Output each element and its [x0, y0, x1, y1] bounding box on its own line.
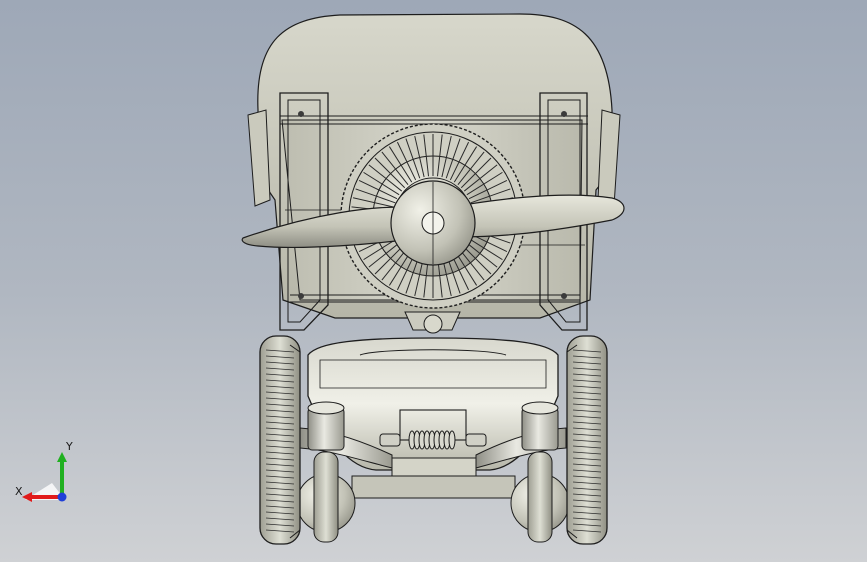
left-wheel	[259, 335, 301, 545]
coordinate-triad: Y X	[15, 440, 73, 502]
wheelchair-model[interactable]	[0, 0, 867, 562]
right-wheel	[566, 335, 608, 545]
chassis-body	[307, 337, 559, 499]
z-axis-icon	[57, 492, 67, 502]
gear-housing	[404, 311, 461, 334]
x-arrow-icon	[22, 492, 32, 502]
graphics-viewport[interactable]: Y X	[0, 0, 867, 562]
y-axis-label: Y	[65, 440, 73, 453]
x-axis-label: X	[15, 485, 23, 498]
spring-coil	[448, 430, 456, 450]
y-arrow-icon	[57, 452, 67, 462]
